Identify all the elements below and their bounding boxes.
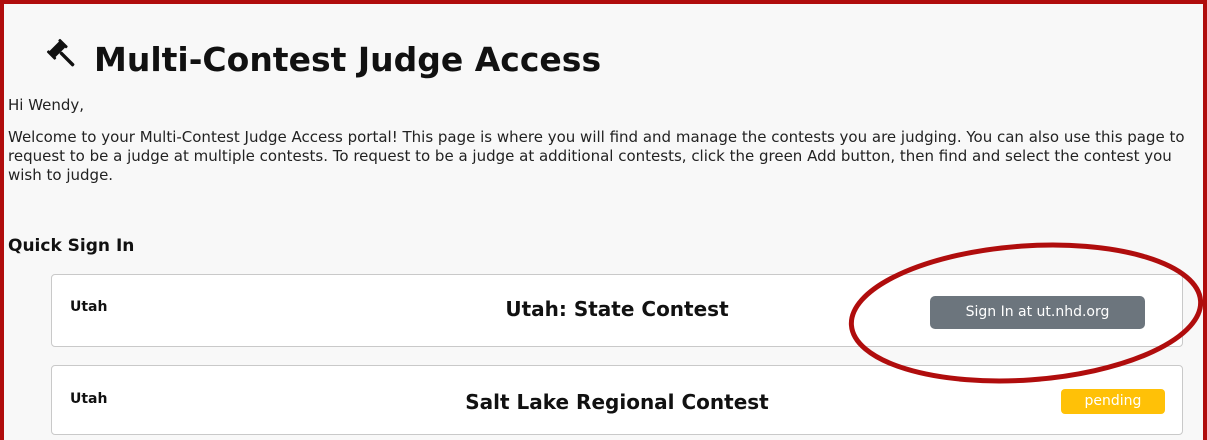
pending-status-badge: pending [1061, 389, 1165, 414]
gavel-icon [44, 36, 82, 82]
intro-paragraph: Welcome to your Multi-Contest Judge Acce… [8, 128, 1185, 184]
quick-sign-in-heading: Quick Sign In [8, 236, 135, 256]
greeting-text: Hi Wendy, [8, 96, 85, 114]
contest-name: Salt Lake Regional Contest [465, 390, 769, 414]
page-title-text: Multi-Contest Judge Access [94, 39, 602, 79]
contest-card-regional: Utah Salt Lake Regional Contest pending [51, 365, 1183, 435]
browser-frame: Multi-Contest Judge Access Hi Wendy, Wel… [0, 0, 1207, 440]
page-title: Multi-Contest Judge Access [44, 36, 601, 82]
contest-card-state: Utah Utah: State Contest Sign In at ut.n… [51, 274, 1183, 347]
sign-in-button[interactable]: Sign In at ut.nhd.org [930, 296, 1145, 329]
